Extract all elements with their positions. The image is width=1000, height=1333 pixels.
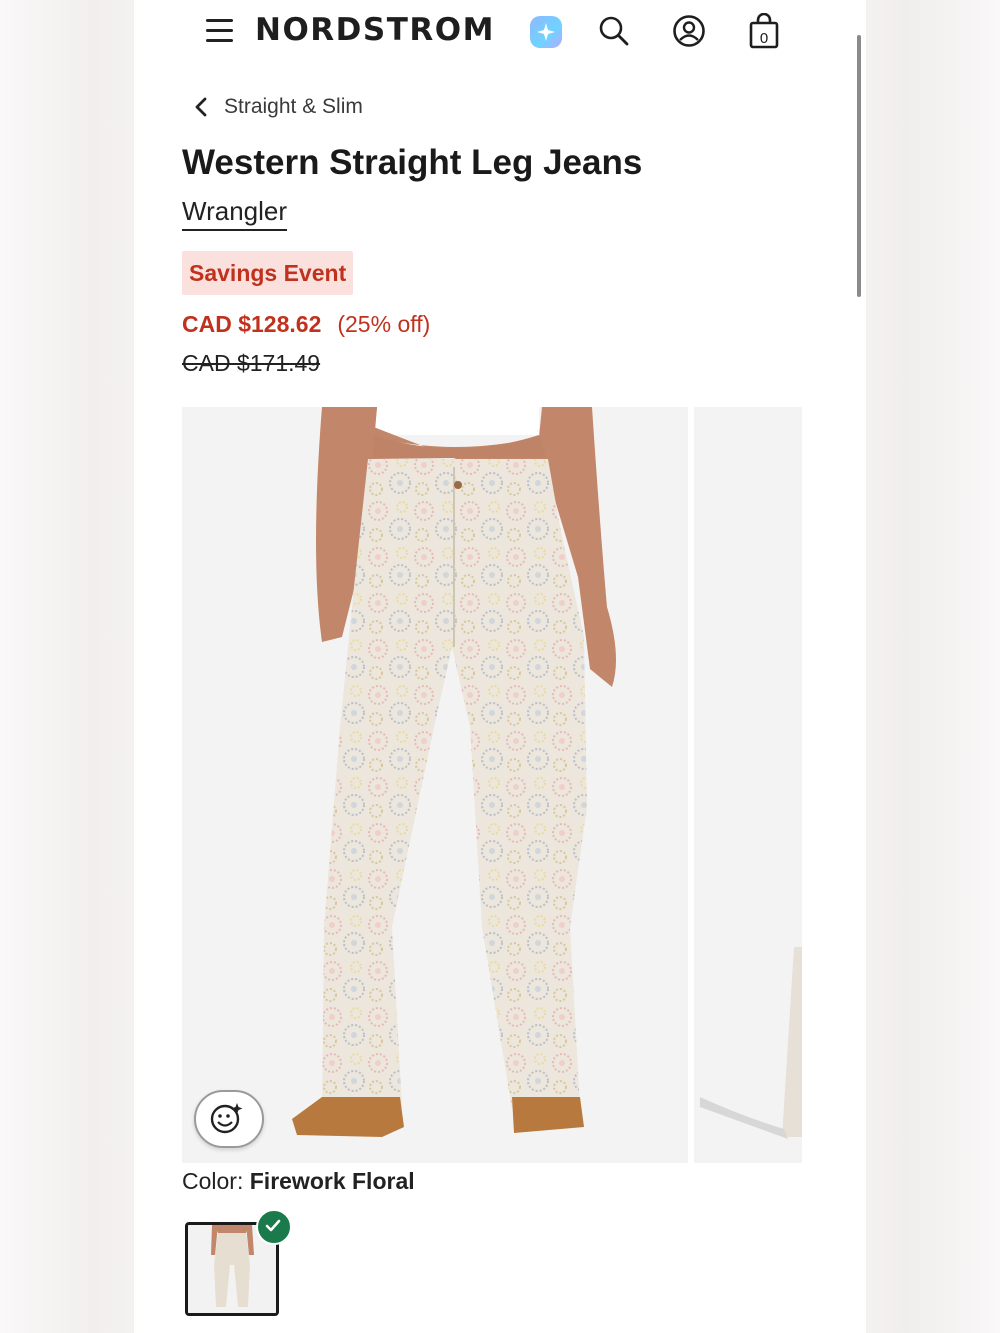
product-photo xyxy=(182,407,688,1163)
bag-count: 0 xyxy=(760,30,768,47)
product-image-next[interactable] xyxy=(694,407,802,1163)
color-value: Firework Floral xyxy=(249,1168,415,1194)
brand-logo[interactable]: NORDSTROM xyxy=(255,12,495,48)
background-left xyxy=(0,0,134,1333)
price-row: CAD $128.62 (25% off) xyxy=(182,311,430,338)
color-label: Color: Firework Floral xyxy=(182,1168,415,1195)
smiley-sparkle-icon xyxy=(210,1103,243,1134)
product-brand-link[interactable]: Wrangler xyxy=(182,196,288,231)
product-image-main[interactable] xyxy=(182,407,688,1163)
checkmark-icon xyxy=(265,1219,281,1232)
product-title: Western Straight Leg Jeans xyxy=(182,143,643,182)
sale-price: CAD $128.62 xyxy=(182,311,322,337)
scrollbar[interactable] xyxy=(857,35,861,297)
sparkle-ai-icon[interactable] xyxy=(530,16,562,48)
product-page: NORDSTROM 0 Straight & Slim Western Stra… xyxy=(134,0,866,1333)
breadcrumb[interactable]: Straight & Slim xyxy=(192,92,363,122)
virtual-try-on-button[interactable] xyxy=(194,1090,264,1148)
product-photo-partial xyxy=(694,407,802,1163)
search-icon[interactable] xyxy=(597,14,631,48)
background-right xyxy=(866,0,1000,1333)
discount-percent: (25% off) xyxy=(337,311,431,337)
color-label-prefix: Color: xyxy=(182,1168,244,1194)
account-icon[interactable] xyxy=(672,14,706,48)
chevron-left-icon xyxy=(195,97,207,117)
top-navigation-bar: NORDSTROM 0 xyxy=(134,0,866,64)
original-price: CAD $171.49 xyxy=(182,350,321,376)
hamburger-menu-icon[interactable] xyxy=(206,19,233,43)
breadcrumb-label: Straight & Slim xyxy=(224,95,363,118)
shopping-bag-icon[interactable]: 0 xyxy=(747,13,781,49)
selected-check-badge xyxy=(256,1209,292,1245)
product-image-gallery[interactable] xyxy=(182,407,802,1163)
savings-event-badge: Savings Event xyxy=(182,251,354,295)
